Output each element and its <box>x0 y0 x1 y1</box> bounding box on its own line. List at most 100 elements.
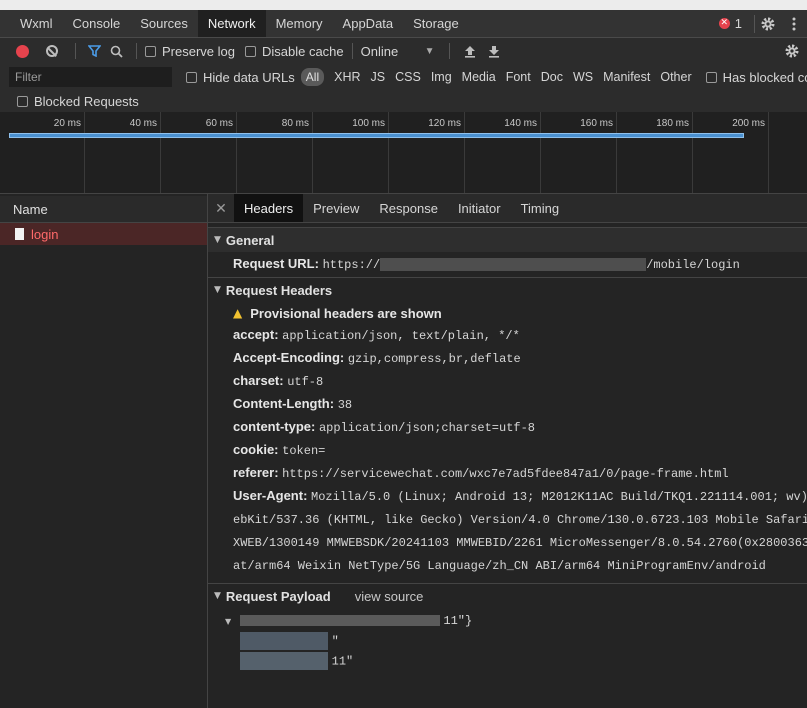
request-details: ✕ Headers Preview Response Initiator Tim… <box>208 194 807 708</box>
payload-value: 11" <box>331 654 354 669</box>
preserve-log-label: Preserve log <box>162 43 235 59</box>
tab-preview[interactable]: Preview <box>303 194 369 222</box>
header-key: Request URL: <box>233 256 319 271</box>
record-icon[interactable] <box>16 44 29 58</box>
close-icon[interactable]: ✕ <box>208 194 234 222</box>
warning-icon: ▲ <box>233 306 243 320</box>
disable-cache-checkbox[interactable]: Disable cache <box>244 38 344 64</box>
type-filter-manifest[interactable]: Manifest <box>603 70 650 84</box>
tab-headers[interactable]: Headers <box>234 194 304 222</box>
has-blocked-cookies-checkbox[interactable]: Has blocked cookies <box>705 70 807 85</box>
header-value: at/arm64 Weixin NetType/5G Language/zh_C… <box>233 559 766 573</box>
tab-network[interactable]: Network <box>197 10 266 37</box>
header-key: referer: <box>233 465 279 480</box>
payload-field: 11" <box>240 652 353 670</box>
name-column-header[interactable]: Name <box>0 196 207 223</box>
payload-root-row[interactable]: ▼ 11"} <box>225 612 472 628</box>
disable-cache-label: Disable cache <box>261 43 344 59</box>
throttling-select[interactable]: Online ▼ <box>361 44 435 59</box>
error-counter[interactable]: ✕ 1 <box>718 16 742 31</box>
type-filter-media[interactable]: Media <box>462 70 496 84</box>
import-har-icon[interactable] <box>458 38 482 64</box>
gridline <box>160 112 161 193</box>
header-value: gzip,compress,br,deflate <box>347 352 521 366</box>
filter-funnel-icon[interactable] <box>84 38 104 64</box>
type-filter-css[interactable]: CSS <box>395 70 421 84</box>
type-filter-other[interactable]: Other <box>660 70 691 84</box>
filter-input[interactable] <box>9 67 172 87</box>
tick-label: 60 ms <box>205 118 233 129</box>
header-value: 38 <box>337 398 353 412</box>
header-row: Content-Length: 38 <box>208 393 807 416</box>
request-row[interactable]: login <box>0 223 207 245</box>
header-key: cookie: <box>233 442 279 457</box>
tab-wxml[interactable]: Wxml <box>0 10 63 37</box>
network-settings-gear-icon[interactable] <box>779 38 805 64</box>
tab-sources[interactable]: Sources <box>130 10 198 37</box>
timeline-overview[interactable]: 20 ms 40 ms 60 ms 80 ms 100 ms 120 ms 14… <box>0 112 807 194</box>
tab-initiator[interactable]: Initiator <box>448 194 511 222</box>
type-filter-all[interactable]: All <box>300 68 325 86</box>
error-count: 1 <box>734 16 742 31</box>
tab-response[interactable]: Response <box>369 194 448 222</box>
tab-appdata[interactable]: AppData <box>333 10 404 37</box>
window-top-strip <box>0 0 807 10</box>
gridline <box>616 112 617 193</box>
header-row: accept: application/json, text/plain, */… <box>208 324 807 347</box>
request-headers-section-header[interactable]: ▼ Request Headers <box>208 277 807 302</box>
type-filter-xhr[interactable]: XHR <box>334 70 360 84</box>
request-url-suffix: /mobile/login <box>646 258 740 272</box>
header-value: ebKit/537.36 (KHTML, like Gecko) Version… <box>233 513 807 527</box>
view-source-link[interactable]: view source <box>355 589 424 604</box>
blocked-requests-checkbox[interactable] <box>17 95 28 107</box>
chevron-down-icon: ▼ <box>424 45 435 57</box>
general-section-header[interactable]: ▼ General <box>208 227 807 252</box>
payload-value: 11"} <box>443 614 473 628</box>
tick-label: 140 ms <box>504 118 537 129</box>
header-value: XWEB/1300149 MMWEBSDK/20241103 MMWEBID/2… <box>233 536 807 550</box>
request-name: login <box>31 226 59 242</box>
warning-text: Provisional headers are shown <box>250 305 442 321</box>
type-filter-font[interactable]: Font <box>506 70 531 84</box>
network-toolbar: Preserve log Disable cache Online ▼ <box>0 38 807 65</box>
header-key: content-type: <box>233 419 316 434</box>
more-menu-icon[interactable] <box>781 11 807 37</box>
payload-value: " <box>331 634 339 649</box>
divider <box>448 43 450 59</box>
header-value: https://servicewechat.com/wxc7e7ad5fdee8… <box>282 467 729 481</box>
settings-gear-icon[interactable] <box>755 11 781 37</box>
divider <box>136 43 137 59</box>
checkbox-box[interactable] <box>145 45 156 57</box>
header-row: Accept-Encoding: gzip,compress,br,deflat… <box>208 347 807 370</box>
search-icon[interactable] <box>104 38 128 64</box>
throttling-value: Online <box>360 43 399 59</box>
preserve-log-checkbox[interactable]: Preserve log <box>145 38 235 64</box>
hide-data-urls-checkbox[interactable]: Hide data URLs <box>186 70 295 85</box>
type-filter-ws[interactable]: WS <box>573 70 593 84</box>
redacted-blur <box>380 258 647 272</box>
triangle-down-icon: ▼ <box>225 617 232 626</box>
header-key: Content-Length: <box>233 396 335 411</box>
triangle-down-icon: ▼ <box>214 235 221 245</box>
tab-console[interactable]: Console <box>63 10 131 37</box>
gridline <box>540 112 541 193</box>
export-har-icon[interactable] <box>482 38 506 64</box>
redacted-blur <box>239 615 440 627</box>
gridline <box>768 112 769 193</box>
header-key: Accept-Encoding: <box>233 350 345 365</box>
type-filter-img[interactable]: Img <box>431 70 452 84</box>
checkbox-box[interactable] <box>705 71 717 83</box>
divider <box>75 43 76 59</box>
clear-icon[interactable] <box>46 45 58 57</box>
tab-storage[interactable]: Storage <box>403 10 469 37</box>
user-agent-continuation: ebKit/537.36 (KHTML, like Gecko) Version… <box>208 508 807 531</box>
checkbox-box[interactable] <box>186 71 197 83</box>
request-url-prefix: https:// <box>322 258 381 272</box>
type-filter-js[interactable]: JS <box>371 70 386 84</box>
request-payload-section-header[interactable]: ▼ Request Payload view source <box>208 583 807 608</box>
type-filter-doc[interactable]: Doc <box>541 70 563 84</box>
tab-memory[interactable]: Memory <box>266 10 333 37</box>
tab-timing[interactable]: Timing <box>511 194 570 222</box>
checkbox-box[interactable] <box>244 45 256 57</box>
gridline <box>388 112 389 193</box>
